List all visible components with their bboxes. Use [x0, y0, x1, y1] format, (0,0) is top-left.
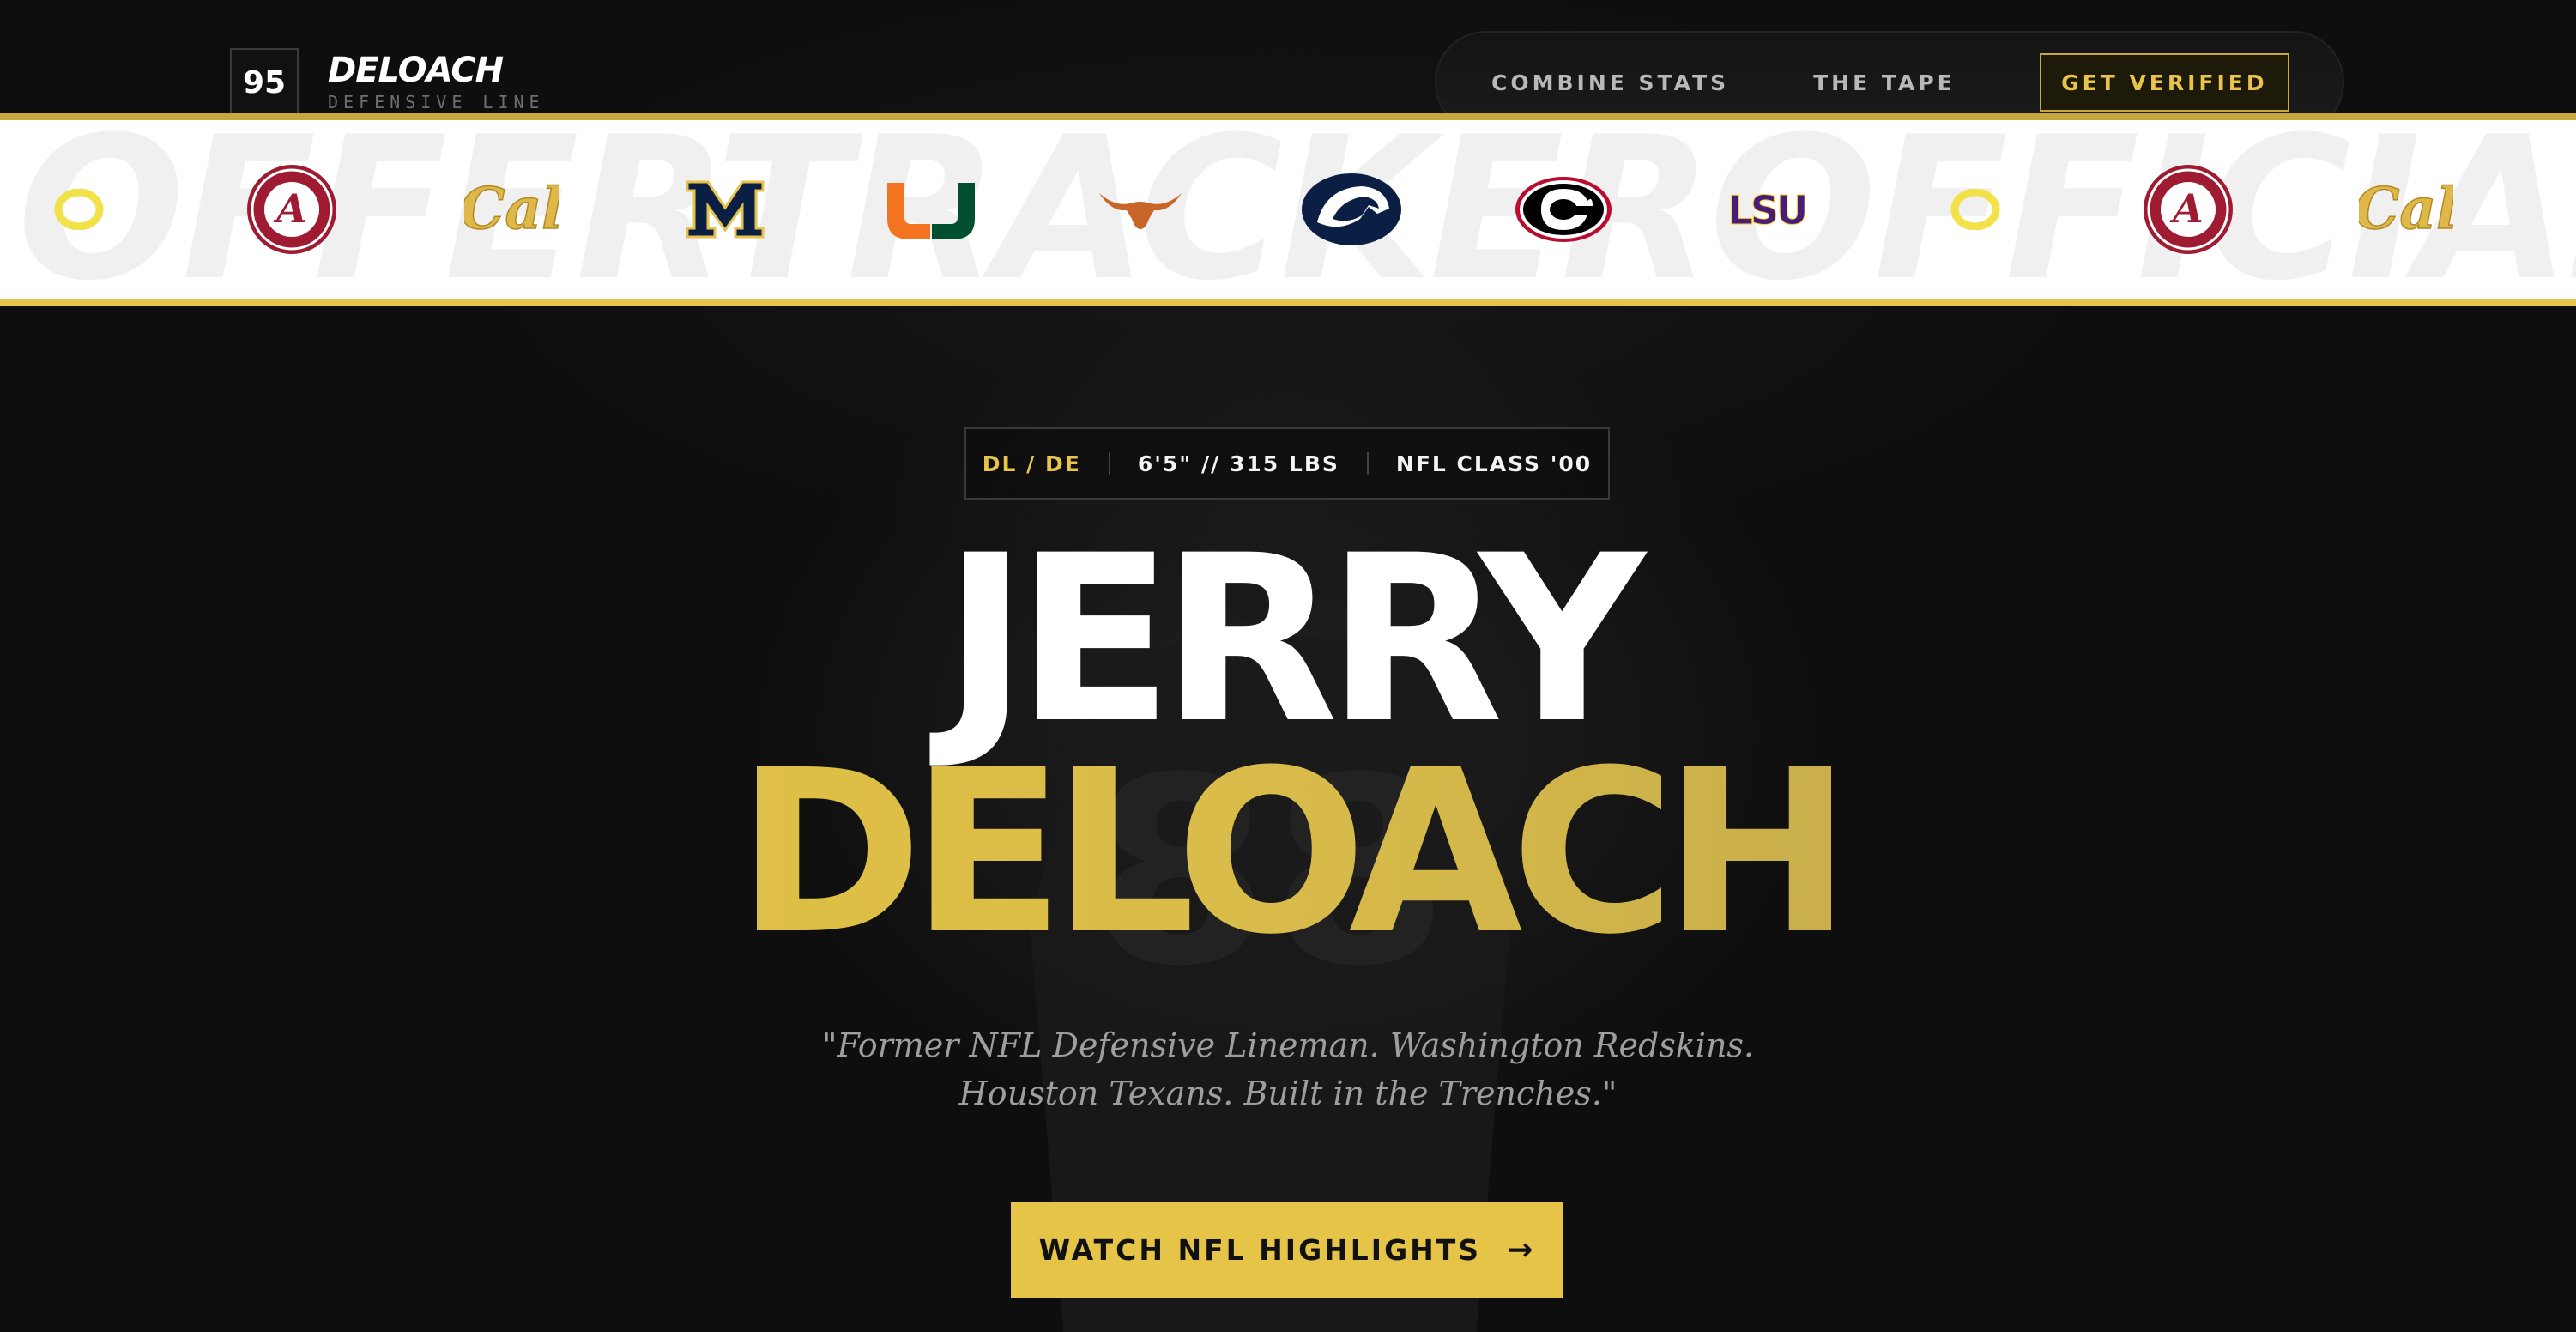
player-class: NFL CLASS '00: [1395, 451, 1593, 476]
watch-highlights-label: WATCH NFL HIGHLIGHTS: [1038, 1232, 1482, 1267]
svg-text:Cal: Cal: [464, 175, 559, 242]
miami-icon: [884, 120, 978, 299]
nav-link-the-tape[interactable]: THE TAPE: [1813, 70, 1956, 95]
texas-icon: [1093, 120, 1188, 299]
ticker-logos: A Cal LSU A Cal: [0, 120, 2576, 299]
player-position: DL / DE: [982, 451, 1081, 476]
nav-link-combine-stats[interactable]: COMBINE STATS: [1491, 70, 1729, 95]
georgia-icon: [1512, 120, 1615, 299]
arrow-right-icon: →: [1507, 1232, 1536, 1268]
watch-highlights-button[interactable]: WATCH NFL HIGHLIGHTS →: [1011, 1202, 1563, 1298]
svg-text:A: A: [273, 185, 307, 232]
cal-icon: Cal: [2355, 120, 2458, 299]
player-meta-bar: DL / DE 6'5" // 315 LBS NFL CLASS '00: [964, 427, 1610, 499]
lsu-icon: LSU: [1720, 120, 1814, 299]
meta-divider: [1366, 452, 1369, 475]
player-size: 6'5" // 315 LBS: [1137, 451, 1339, 476]
logo-name: DELOACH: [328, 51, 504, 90]
svg-text:LSU: LSU: [1728, 188, 1806, 231]
player-first-name: JERRY: [942, 506, 1646, 774]
jersey-number-badge: 95: [230, 48, 299, 117]
player-quote: "Former NFL Defensive Lineman. Washingto…: [0, 1021, 2576, 1117]
player-last-name: DELOACH: [0, 741, 2576, 966]
oregon-icon: [45, 120, 113, 299]
alabama-icon: A: [240, 120, 343, 299]
cal-icon: Cal: [460, 120, 563, 299]
svg-text:A: A: [2169, 185, 2204, 232]
hero-section: DL / DE 6'5" // 315 LBS NFL CLASS '00 JE…: [0, 306, 2576, 1332]
site-logo[interactable]: 95 DELOACH DEFENSIVE LINE: [230, 48, 545, 117]
get-verified-button[interactable]: GET VERIFIED: [2039, 53, 2289, 112]
quote-line-2: Houston Texans. Built in the Trenches.": [958, 1075, 1618, 1112]
offer-ticker: OFFERTRACKEROFFICIALOFFERTRACKER A Cal: [0, 113, 2576, 306]
quote-line-1: "Former NFL Defensive Lineman. Washingto…: [821, 1026, 1755, 1064]
oregon-icon: [1941, 120, 2010, 299]
logo-subtitle: DEFENSIVE LINE: [328, 92, 545, 112]
alabama-icon: A: [2137, 120, 2240, 299]
meta-divider: [1108, 452, 1110, 475]
michigan-icon: [678, 120, 772, 299]
penn-state-icon: [1296, 120, 1407, 299]
logo-text: DELOACH DEFENSIVE LINE: [328, 52, 545, 112]
top-navigation: 95 DELOACH DEFENSIVE LINE COMBINE STATS …: [0, 0, 2576, 134]
svg-text:Cal: Cal: [2359, 175, 2453, 242]
